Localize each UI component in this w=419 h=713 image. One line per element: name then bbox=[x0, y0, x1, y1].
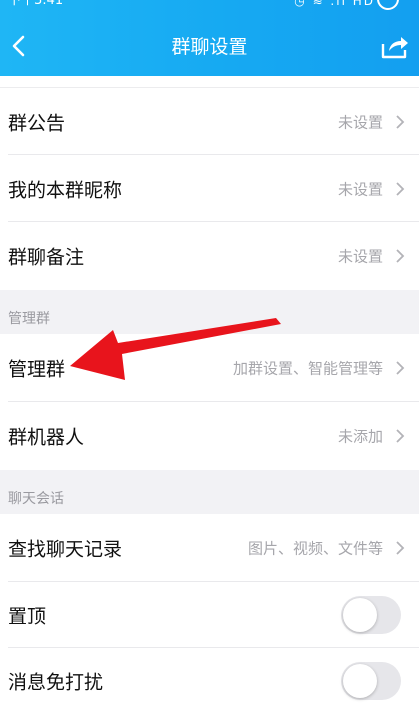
section-header-manage: 管理群 bbox=[0, 290, 419, 334]
toggle-knob bbox=[343, 663, 377, 698]
row-label: 我的本群昵称 bbox=[8, 179, 123, 201]
top-strip bbox=[0, 76, 419, 88]
row-value: 未设置 bbox=[337, 180, 383, 198]
do-not-disturb-toggle[interactable] bbox=[341, 661, 401, 700]
group-remark-row[interactable]: 群聊备注 未设置 bbox=[0, 222, 419, 290]
chevron-right-icon bbox=[396, 181, 405, 196]
pin-to-top-row: 置顶 bbox=[0, 582, 419, 648]
row-value: 未设置 bbox=[337, 247, 383, 266]
chevron-right-icon bbox=[396, 541, 405, 555]
status-time: 下午3:41 bbox=[8, 0, 64, 8]
chevron-right-icon bbox=[396, 114, 405, 129]
my-group-nickname-row[interactable]: 我的本群昵称 未设置 bbox=[0, 155, 419, 222]
battery-icon bbox=[377, 0, 399, 10]
manage-group-row[interactable]: 管理群 加群设置、智能管理等 bbox=[0, 334, 419, 402]
row-label: 群公告 bbox=[8, 112, 66, 134]
row-label: 群机器人 bbox=[8, 426, 85, 449]
nav-header: 下午3:41 ◷ ≋ .ıl HD 群聊设置 bbox=[0, 0, 419, 76]
chevron-right-icon bbox=[396, 429, 405, 443]
group-robot-row[interactable]: 群机器人 未添加 bbox=[0, 402, 419, 470]
section-title: 聊天会话 bbox=[8, 491, 64, 507]
group-announcement-row[interactable]: 群公告 未设置 bbox=[0, 88, 419, 155]
row-label: 群聊备注 bbox=[8, 246, 85, 269]
share-button[interactable] bbox=[379, 32, 411, 62]
row-label: 查找聊天记录 bbox=[8, 538, 123, 561]
row-label: 管理群 bbox=[8, 358, 66, 381]
toggle-knob bbox=[343, 598, 377, 632]
status-bar: 下午3:41 ◷ ≋ .ıl HD bbox=[0, 0, 419, 10]
chevron-right-icon bbox=[396, 361, 405, 375]
search-chat-history-row[interactable]: 查找聊天记录 图片、视频、文件等 bbox=[0, 514, 419, 582]
row-value: 加群设置、智能管理等 bbox=[232, 359, 383, 378]
share-icon bbox=[381, 37, 408, 59]
row-value: 未设置 bbox=[337, 113, 383, 131]
row-label: 置顶 bbox=[8, 605, 47, 628]
section-title: 管理群 bbox=[8, 311, 50, 327]
row-value: 图片、视频、文件等 bbox=[247, 539, 383, 558]
chevron-right-icon bbox=[396, 249, 405, 263]
row-label: 消息免打扰 bbox=[8, 671, 104, 693]
do-not-disturb-row: 消息免打扰 bbox=[0, 648, 419, 713]
row-value: 未添加 bbox=[337, 427, 383, 446]
page-title: 群聊设置 bbox=[171, 36, 248, 58]
section-header-chat: 聊天会话 bbox=[0, 470, 419, 514]
status-indicators: ◷ ≋ .ıl HD bbox=[294, 0, 375, 8]
pin-to-top-toggle[interactable] bbox=[341, 596, 401, 634]
